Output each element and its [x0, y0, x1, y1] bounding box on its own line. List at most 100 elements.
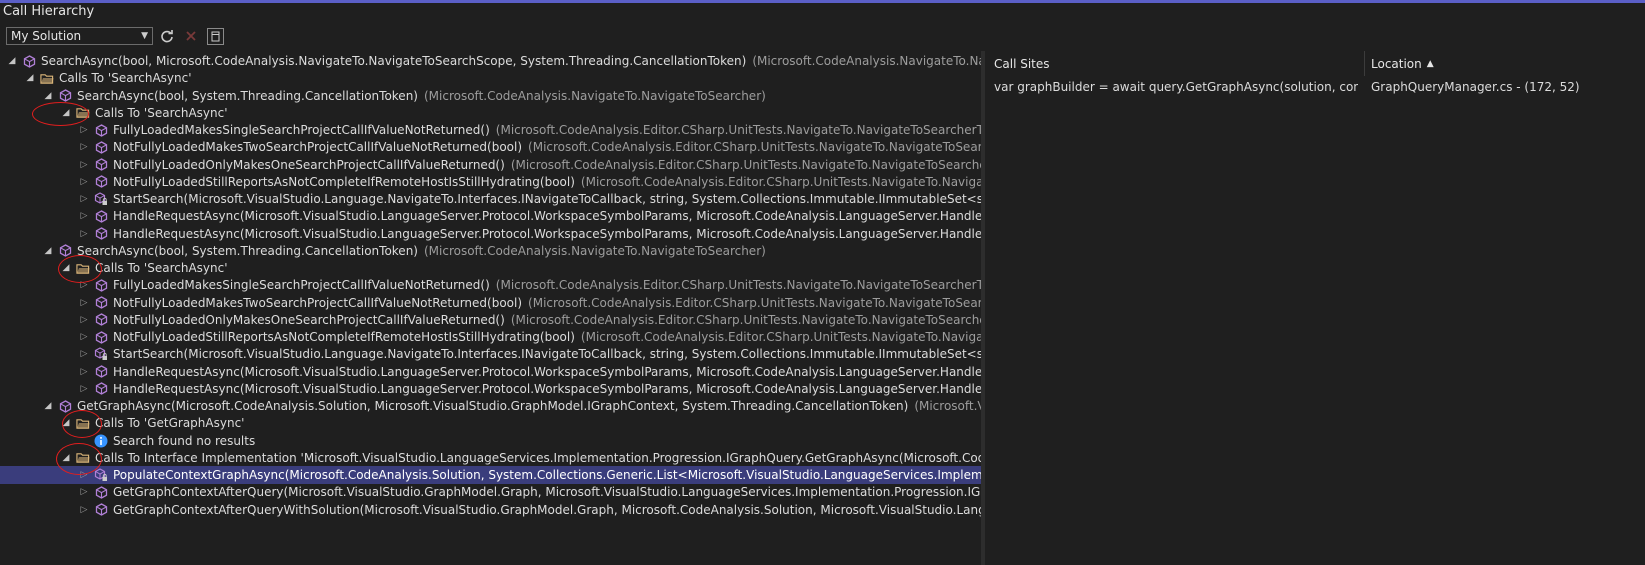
folder-icon — [76, 416, 90, 430]
details-pane-icon[interactable] — [207, 27, 224, 45]
tree-row-label: Calls To 'SearchAsync' — [95, 261, 228, 275]
tree-row[interactable]: ▷ FullyLoadedMakesSingleSearchProjectCall… — [0, 276, 981, 294]
tree-row[interactable]: ▷ NotFullyLoadedStillReportsAsNotComplete… — [0, 173, 981, 191]
method-icon — [94, 158, 108, 172]
column-divider[interactable] — [1364, 51, 1365, 76]
tree-row-namespace: (Microsoft.CodeAnalysis.Editor.CSharp.Un… — [495, 278, 981, 293]
tree-row[interactable]: ▷ NotFullyLoadedMakesTwoSearchProjectCall… — [0, 294, 981, 312]
collapse-arrow-icon[interactable]: ◢ — [60, 108, 72, 118]
expand-arrow-icon[interactable]: ▷ — [78, 505, 90, 515]
tree-row-label: SearchAsync(bool, System.Threading.Cance… — [77, 88, 418, 103]
method-icon — [94, 313, 108, 327]
scope-value: My Solution — [11, 29, 82, 43]
expand-arrow-icon[interactable]: ▷ — [78, 125, 90, 135]
tree-row-label: HandleRequestAsync(Microsoft.VisualStudi… — [113, 209, 981, 224]
call-sites-pane: Call Sites Location ▲ var graphBuilder =… — [985, 51, 1645, 565]
expand-arrow-icon[interactable]: ▷ — [78, 367, 90, 377]
tree-row-label: Calls To Interface Implementation 'Micro… — [95, 450, 981, 465]
expand-arrow-icon[interactable]: ▷ — [78, 332, 90, 342]
collapse-arrow-icon[interactable]: ◢ — [24, 73, 36, 83]
tree-row-label: GetGraphContextAfterQuery(Microsoft.Visu… — [113, 485, 981, 500]
tree-row[interactable]: ▷ StartSearch(Microsoft.VisualStudio.Lang… — [0, 345, 981, 363]
tree-row-namespace: (Microsoft.CodeAnalysis.NavigateTo.Navig… — [752, 54, 981, 68]
tree-row-label: SearchAsync(bool, Microsoft.CodeAnalysis… — [41, 54, 747, 68]
method-icon — [94, 140, 108, 154]
expand-arrow-icon[interactable]: ▷ — [78, 315, 90, 325]
tree-row[interactable]: ◢ Calls To 'GetGraphAsync' — [0, 414, 981, 432]
call-sites-header-label: Call Sites — [994, 56, 1050, 71]
collapse-arrow-icon[interactable]: ◢ — [42, 401, 54, 411]
folder-icon — [76, 451, 90, 465]
tree-row[interactable]: ▷ NotFullyLoadedMakesTwoSearchProjectCall… — [0, 138, 981, 156]
tree-row[interactable]: ▷ NotFullyLoadedOnlyMakesOneSearchProject… — [0, 156, 981, 174]
expand-arrow-icon[interactable]: ▷ — [78, 280, 90, 290]
tree-row-namespace: (Microsoft.CodeAnalysis.Editor.CSharp.Un… — [510, 312, 981, 327]
tree-row[interactable]: ▷ GetGraphContextAfterQuery(Microsoft.Vis… — [0, 483, 981, 501]
expand-arrow-icon[interactable]: ▷ — [78, 349, 90, 359]
tree-row[interactable]: ◢ Calls To 'SearchAsync' — [0, 69, 981, 87]
tree-row[interactable]: ▷ HandleRequestAsync(Microsoft.VisualStud… — [0, 207, 981, 225]
scope-dropdown[interactable]: My Solution ▼ — [6, 27, 153, 45]
expand-arrow-icon[interactable]: ▷ — [78, 142, 90, 152]
collapse-arrow-icon[interactable]: ◢ — [60, 418, 72, 428]
tree-row[interactable]: ◢ Calls To Interface Implementation 'Micr… — [0, 449, 981, 467]
chevron-down-icon: ▼ — [141, 31, 148, 41]
expand-arrow-icon[interactable]: ▷ — [78, 194, 90, 204]
expand-arrow-icon[interactable]: ▷ — [78, 298, 90, 308]
tree-row[interactable]: ▷ NotFullyLoadedOnlyMakesOneSearchProject… — [0, 311, 981, 329]
expand-arrow-icon[interactable]: ▷ — [78, 384, 90, 394]
tree-row-namespace: (Microsoft.CodeAnalysis.Editor.CSharp.Un… — [495, 123, 981, 137]
private-method-icon — [94, 468, 108, 482]
tree-row-namespace: (Microsoft.VisualStudio.LanguageServices… — [914, 399, 981, 413]
tree-row[interactable]: Search found no results — [0, 432, 981, 450]
tree-row[interactable]: ▷ HandleRequestAsync(Microsoft.VisualStud… — [0, 225, 981, 243]
close-icon[interactable] — [181, 26, 201, 46]
collapse-arrow-icon[interactable]: ◢ — [60, 453, 72, 463]
expand-arrow-icon[interactable]: ▷ — [78, 211, 90, 221]
toolbar: My Solution ▼ — [6, 25, 224, 47]
tree-row[interactable]: ◢ SearchAsync(bool, System.Threading.Canc… — [0, 242, 981, 260]
tree-row[interactable]: ▷ StartSearch(Microsoft.VisualStudio.Lang… — [0, 190, 981, 208]
refresh-icon[interactable] — [157, 26, 177, 46]
collapse-arrow-icon[interactable]: ◢ — [42, 246, 54, 256]
expand-arrow-icon[interactable]: ▷ — [78, 177, 90, 187]
tree-row[interactable]: ▷ FullyLoadedMakesSingleSearchProjectCall… — [0, 121, 981, 139]
location-cell[interactable]: GraphQueryManager.cs - (172, 52) — [1371, 78, 1641, 96]
method-icon — [94, 123, 108, 137]
collapse-arrow-icon[interactable]: ◢ — [42, 91, 54, 101]
folder-icon — [76, 106, 90, 120]
tree-row[interactable]: ◢ SearchAsync(bool, System.Threading.Canc… — [0, 87, 981, 105]
tree-row[interactable]: ◢ GetGraphAsync(Microsoft.CodeAnalysis.So… — [0, 397, 981, 415]
location-column-header[interactable]: Location ▲ — [1371, 51, 1434, 76]
tree-row[interactable]: ▷ HandleRequestAsync(Microsoft.VisualStud… — [0, 363, 981, 381]
call-site-cell[interactable]: var graphBuilder = await query.GetGraphA… — [994, 78, 1358, 96]
tree-row-label: HandleRequestAsync(Microsoft.VisualStudi… — [113, 364, 981, 379]
tree-row-label: NotFullyLoadedStillReportsAsNotCompleteI… — [113, 174, 575, 189]
tree-row-label: StartSearch(Microsoft.VisualStudio.Langu… — [113, 192, 981, 206]
expand-arrow-icon[interactable]: ▷ — [78, 160, 90, 170]
tree-row-label: NotFullyLoadedStillReportsAsNotCompleteI… — [113, 330, 575, 344]
tree-row-label: StartSearch(Microsoft.VisualStudio.Langu… — [113, 347, 981, 362]
method-icon — [94, 503, 108, 517]
tree-row[interactable]: ▷ PopulateContextGraphAsync(Microsoft.Cod… — [0, 466, 981, 484]
call-sites-column-header[interactable]: Call Sites — [994, 51, 1050, 76]
call-site-text: var graphBuilder = await query.GetGraphA… — [994, 80, 1358, 94]
method-icon — [58, 89, 72, 103]
method-icon — [58, 244, 72, 258]
tree-row[interactable]: ▷ HandleRequestAsync(Microsoft.VisualStud… — [0, 380, 981, 398]
expand-arrow-icon[interactable]: ▷ — [78, 487, 90, 497]
tree-row-label: Calls To 'SearchAsync' — [95, 105, 228, 120]
tree-row[interactable]: ▷ NotFullyLoadedStillReportsAsNotComplete… — [0, 328, 981, 346]
method-icon — [94, 227, 108, 241]
expand-arrow-icon[interactable]: ▷ — [78, 470, 90, 480]
tree-row-label: NotFullyLoadedMakesTwoSearchProjectCallI… — [113, 295, 523, 310]
tree-row[interactable]: ◢ Calls To 'SearchAsync' — [0, 104, 981, 122]
tree-row[interactable]: ▷ GetGraphContextAfterQueryWithSolution(M… — [0, 501, 981, 519]
collapse-arrow-icon[interactable]: ◢ — [6, 56, 18, 66]
tree-row[interactable]: ◢ Calls To 'SearchAsync' — [0, 259, 981, 277]
tree-row-namespace: (Microsoft.CodeAnalysis.Editor.CSharp.Un… — [510, 157, 981, 172]
expand-arrow-icon[interactable]: ▷ — [78, 229, 90, 239]
collapse-arrow-icon[interactable]: ◢ — [60, 263, 72, 273]
tree-row-label: Calls To 'GetGraphAsync' — [95, 416, 245, 431]
tree-row[interactable]: ◢ SearchAsync(bool, Microsoft.CodeAnalysi… — [0, 52, 981, 70]
